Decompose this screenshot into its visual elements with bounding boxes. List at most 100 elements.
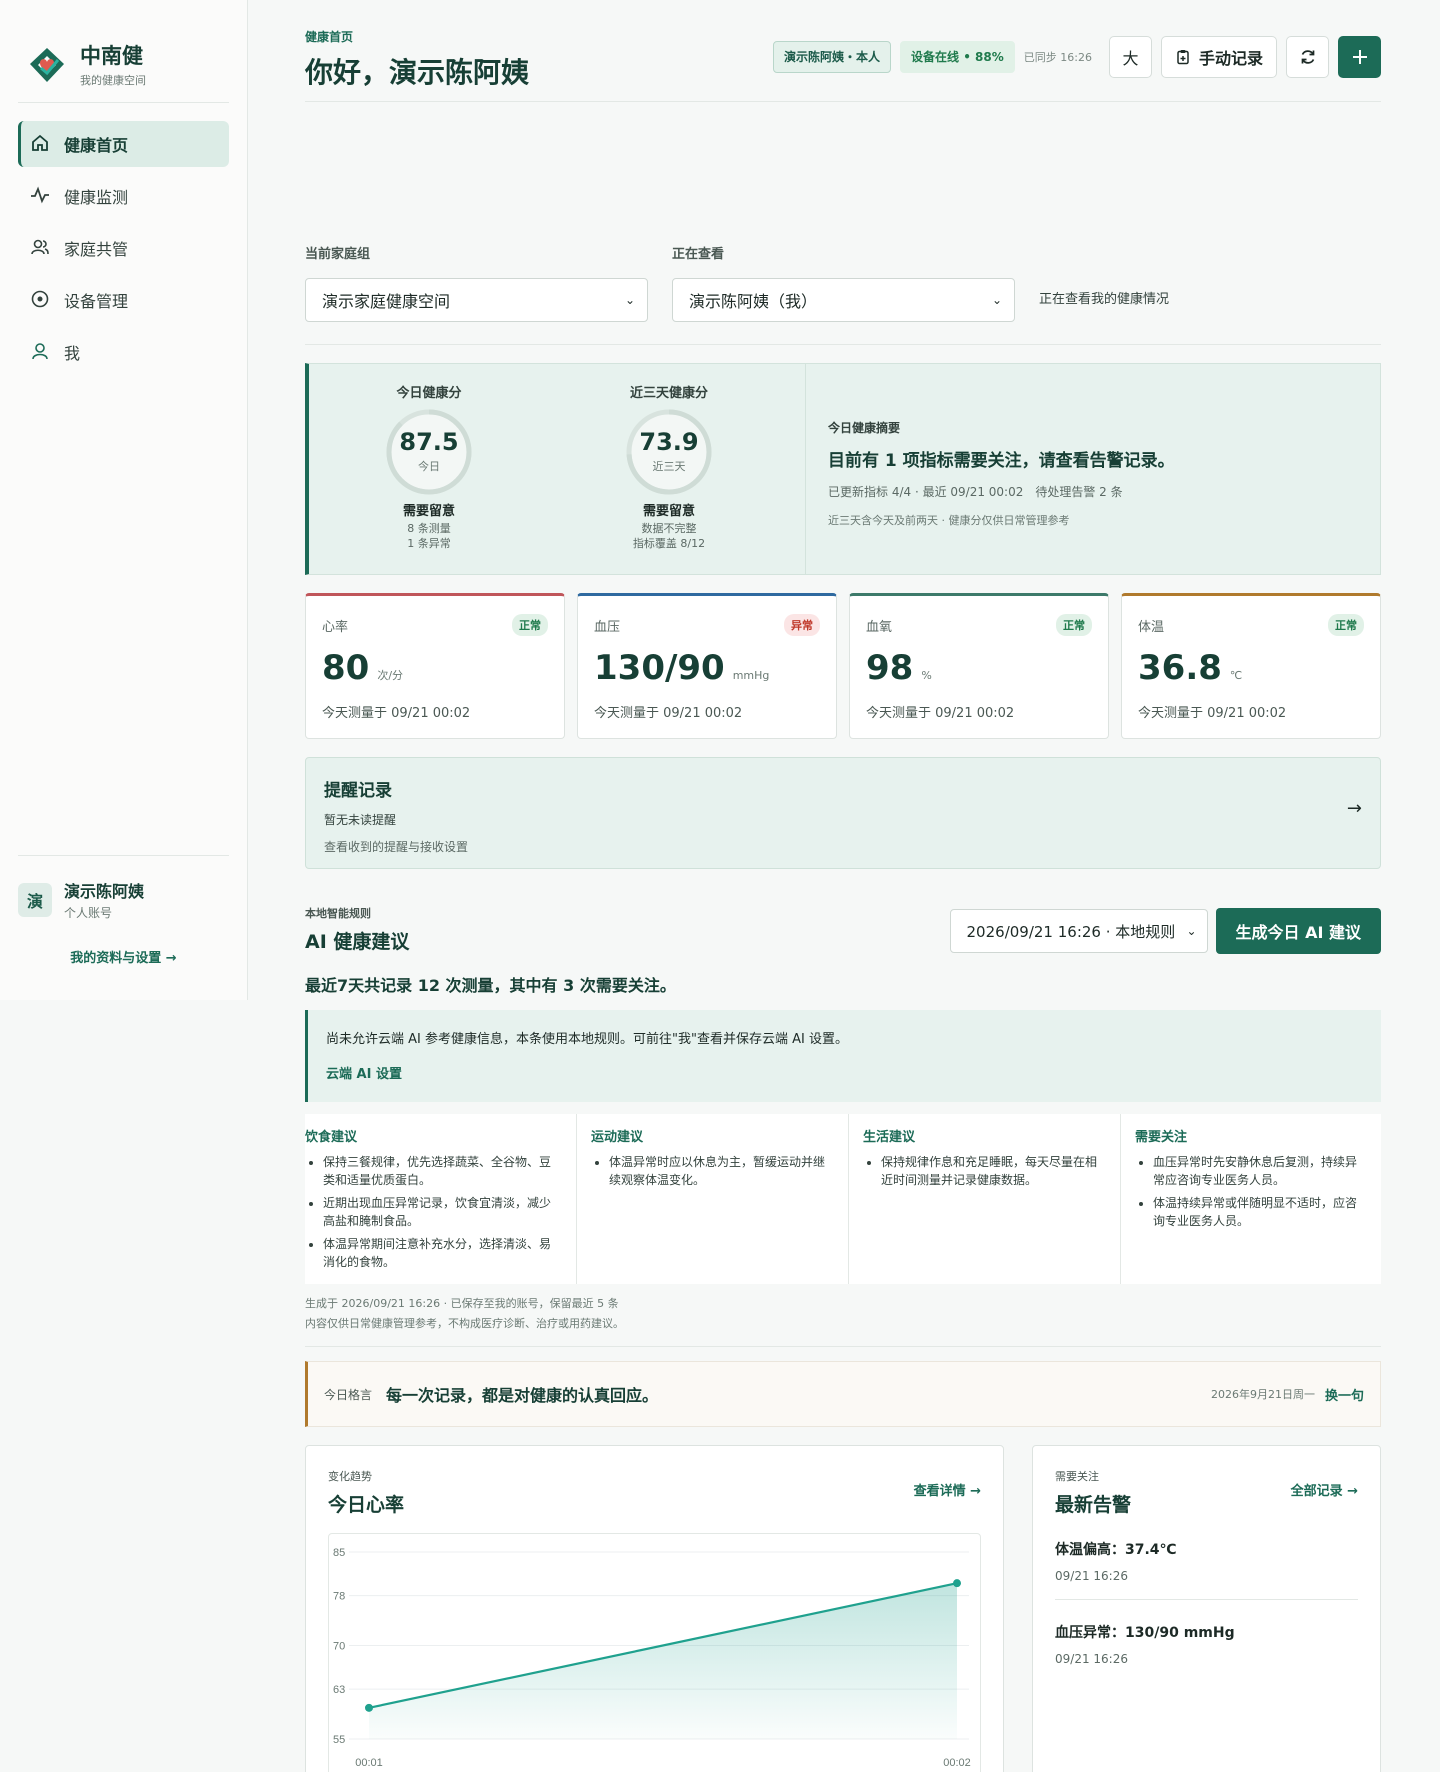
heart-rate-card[interactable]: 心率 正常 80 次/分 今天测量于 09/21 00:02 bbox=[305, 593, 565, 739]
sidebar-item-label: 家庭共管 bbox=[64, 240, 129, 259]
metric-time: 今天测量于 09/21 00:02 bbox=[866, 706, 1015, 721]
sidebar-item-label: 健康监测 bbox=[64, 188, 129, 207]
viewing-selector: 正在查看 演示陈阿姨（我） ⌄ bbox=[672, 243, 1015, 322]
main-content: 健康首页 你好，演示陈阿姨 演示陈阿姨・本人 设备在线 • 88% 已同步 16… bbox=[305, 0, 1381, 1772]
font-size-button[interactable]: 大 bbox=[1108, 36, 1152, 78]
summary-meta: 已更新指标 4/4 · 最近 09/21 00:02 待处理告警 2 条 bbox=[828, 485, 1123, 499]
user-card: 演 演示陈阿姨 个人账号 bbox=[0, 856, 247, 921]
sidebar-item-devices[interactable]: 设备管理 bbox=[18, 277, 229, 323]
blood-pressure-card[interactable]: 血压 异常 130/90 mmHg 今天测量于 09/21 00:02 bbox=[577, 593, 837, 739]
home-icon bbox=[30, 133, 52, 155]
add-button[interactable] bbox=[1338, 36, 1381, 78]
status-badge: 正常 bbox=[1328, 614, 1364, 636]
device-status-badge: 设备在线 • 88% bbox=[900, 41, 1015, 73]
all-records-link[interactable]: 全部记录 → bbox=[1291, 1480, 1358, 1499]
advice-date-select[interactable]: 2026/09/21 16:26 · 本地规则 ⌄ bbox=[949, 909, 1208, 953]
daily-quote: 今日格言 每一次记录，都是对健康的认真回应。 2026年9月21日周一 换一句 bbox=[305, 1361, 1381, 1427]
viewing-member-select[interactable]: 演示陈阿姨（我） ⌄ bbox=[672, 278, 1015, 322]
identity-badge: 演示陈阿姨・本人 bbox=[773, 41, 892, 73]
cloud-ai-notice-text: 尚未允许云端 AI 参考健康信息，本条使用本地规则。可前往"我"查看并保存云端 … bbox=[326, 1032, 848, 1047]
manual-record-label: 手动记录 bbox=[1198, 49, 1263, 68]
three-day-score: 近三天健康分 73.9 近三天 需要留意 数据不完整 指标覆盖 8/12 bbox=[549, 364, 789, 574]
advice-item: 近期出现血压异常记录，饮食宜清淡，减少高盐和腌制食品。 bbox=[323, 1194, 558, 1230]
cloud-ai-settings-link[interactable]: 云端 AI 设置 bbox=[326, 1063, 402, 1082]
today-score: 今日健康分 87.5 今日 需要留意 8 条测量 1 条异常 bbox=[309, 364, 549, 574]
y-tick-label: 55 bbox=[333, 1734, 345, 1746]
today-score-caption: 今日 bbox=[418, 460, 440, 473]
quote-label: 今日格言 bbox=[324, 1387, 373, 1402]
metric-unit: % bbox=[921, 669, 932, 682]
clipboard-icon bbox=[1177, 50, 1189, 65]
metric-time: 今天测量于 09/21 00:02 bbox=[1138, 706, 1287, 721]
sidebar-item-label: 健康首页 bbox=[64, 136, 129, 155]
blood-oxygen-card[interactable]: 血氧 正常 98% 今天测量于 09/21 00:02 bbox=[849, 593, 1109, 739]
x-tick-label: 00:01 bbox=[355, 1757, 383, 1769]
advice-item: 体温持续异常或伴随明显不适时，应咨询专业医务人员。 bbox=[1153, 1194, 1363, 1230]
diet-advice: 饮食建议 保持三餐规律，优先选择蔬菜、全谷物、豆类和适量优质蛋白。 近期出现血压… bbox=[305, 1114, 577, 1284]
generate-ai-advice-button[interactable]: 生成今日 AI 建议 bbox=[1215, 908, 1381, 954]
metric-value: 98 bbox=[866, 648, 914, 688]
sidebar-item-label: 我 bbox=[64, 344, 81, 363]
today-score-gauge: 87.5 今日 bbox=[385, 408, 473, 496]
exercise-advice: 运动建议 体温异常时应以休息为主，暂缓运动并继续观察体温变化。 bbox=[577, 1114, 849, 1284]
user-icon bbox=[30, 341, 52, 363]
today-measure-count: 8 条测量 bbox=[407, 522, 451, 535]
ai-generated-note: 生成于 2026/09/21 16:26 · 已保存至我的账号，保留最近 5 条 bbox=[305, 1297, 619, 1310]
metric-unit: mmHg bbox=[732, 669, 770, 682]
reminder-card[interactable]: 提醒记录 暂无未读提醒 查看收到的提醒与接收设置 → bbox=[305, 757, 1381, 869]
device-icon bbox=[30, 289, 52, 311]
change-quote-button[interactable]: 换一句 bbox=[1325, 1385, 1364, 1404]
advice-title: 饮食建议 bbox=[305, 1130, 358, 1145]
advice-title: 生活建议 bbox=[863, 1130, 916, 1145]
metric-value: 80 bbox=[322, 648, 370, 688]
metric-name: 心率 bbox=[322, 619, 349, 635]
viewing-label: 正在查看 bbox=[672, 247, 725, 262]
summary-kicker: 今日健康摘要 bbox=[828, 421, 901, 435]
breadcrumb[interactable]: 健康首页 bbox=[305, 28, 529, 45]
y-tick-label: 70 bbox=[333, 1641, 345, 1653]
family-group-label: 当前家庭组 bbox=[305, 247, 371, 262]
quote-date: 2026年9月21日周一 bbox=[1210, 1388, 1315, 1401]
today-score-status: 需要留意 bbox=[402, 504, 455, 519]
health-score-panel: 今日健康分 87.5 今日 需要留意 8 条测量 1 条异常 近三天健康分 73… bbox=[305, 363, 1381, 575]
page-title: 你好，演示陈阿姨 bbox=[305, 56, 530, 89]
data-point bbox=[365, 1703, 373, 1712]
three-day-data-note: 数据不完整 bbox=[641, 522, 697, 535]
alert-item[interactable]: 血压异常：130/90 mmHg 09/21 16:26 bbox=[1055, 1600, 1358, 1682]
metric-name: 血氧 bbox=[866, 619, 893, 635]
three-day-score-caption: 近三天 bbox=[652, 460, 686, 473]
y-tick-label: 63 bbox=[333, 1684, 345, 1696]
sidebar-item-home[interactable]: 健康首页 bbox=[18, 121, 229, 167]
brand: 中南健 我的健康空间 bbox=[0, 0, 247, 102]
profile-settings-link[interactable]: 我的资料与设置 → bbox=[0, 921, 247, 1000]
health-summary: 今日健康摘要 目前有 1 项指标需要关注，请查看告警记录。 已更新指标 4/4 … bbox=[806, 364, 1175, 574]
alert-item[interactable]: 体温偏高：37.4℃ 09/21 16:26 bbox=[1055, 1517, 1358, 1600]
sidebar-item-family[interactable]: 家庭共管 bbox=[18, 225, 229, 271]
alert-title: 血压异常：130/90 mmHg bbox=[1055, 1625, 1235, 1641]
user-role: 个人账号 bbox=[64, 906, 113, 920]
status-badge: 正常 bbox=[512, 614, 548, 636]
today-score-heading: 今日健康分 bbox=[396, 386, 462, 401]
family-group-select[interactable]: 演示家庭健康空间 ⌄ bbox=[305, 278, 648, 322]
manual-record-button[interactable]: 手动记录 bbox=[1160, 36, 1277, 78]
sidebar-item-me[interactable]: 我 bbox=[18, 329, 229, 375]
sidebar-item-monitor[interactable]: 健康监测 bbox=[18, 173, 229, 219]
sync-status: 已同步 16:26 bbox=[1023, 51, 1092, 64]
status-badge: 异常 bbox=[784, 614, 820, 636]
refresh-button[interactable] bbox=[1286, 36, 1329, 78]
advice-title: 需要关注 bbox=[1135, 1130, 1188, 1145]
header-actions: 演示陈阿姨・本人 设备在线 • 88% 已同步 16:26 大 手动记录 bbox=[773, 36, 1381, 78]
ai-footnote: 生成于 2026/09/21 16:26 · 已保存至我的账号，保留最近 5 条… bbox=[305, 1294, 1381, 1334]
section-divider bbox=[305, 1346, 1381, 1347]
summary-note: 近三天含今天及前两天 · 健康分仅供日常管理参考 bbox=[828, 514, 1070, 527]
viewing-member-value: 演示陈阿姨（我） bbox=[689, 292, 818, 311]
status-badge: 正常 bbox=[1056, 614, 1092, 636]
arrow-right-icon: → bbox=[1346, 798, 1362, 819]
advice-title: 运动建议 bbox=[591, 1130, 644, 1145]
metric-unit: 次/分 bbox=[377, 669, 404, 682]
view-details-link[interactable]: 查看详情 → bbox=[914, 1480, 981, 1499]
family-group-selector: 当前家庭组 演示家庭健康空间 ⌄ bbox=[305, 243, 648, 322]
three-day-score-gauge: 73.9 近三天 bbox=[625, 408, 713, 496]
advice-item: 体温异常期间注意补充水分，选择清淡、易消化的食物。 bbox=[323, 1235, 558, 1271]
temperature-card[interactable]: 体温 正常 36.8 ℃ 今天测量于 09/21 00:02 bbox=[1121, 593, 1381, 739]
